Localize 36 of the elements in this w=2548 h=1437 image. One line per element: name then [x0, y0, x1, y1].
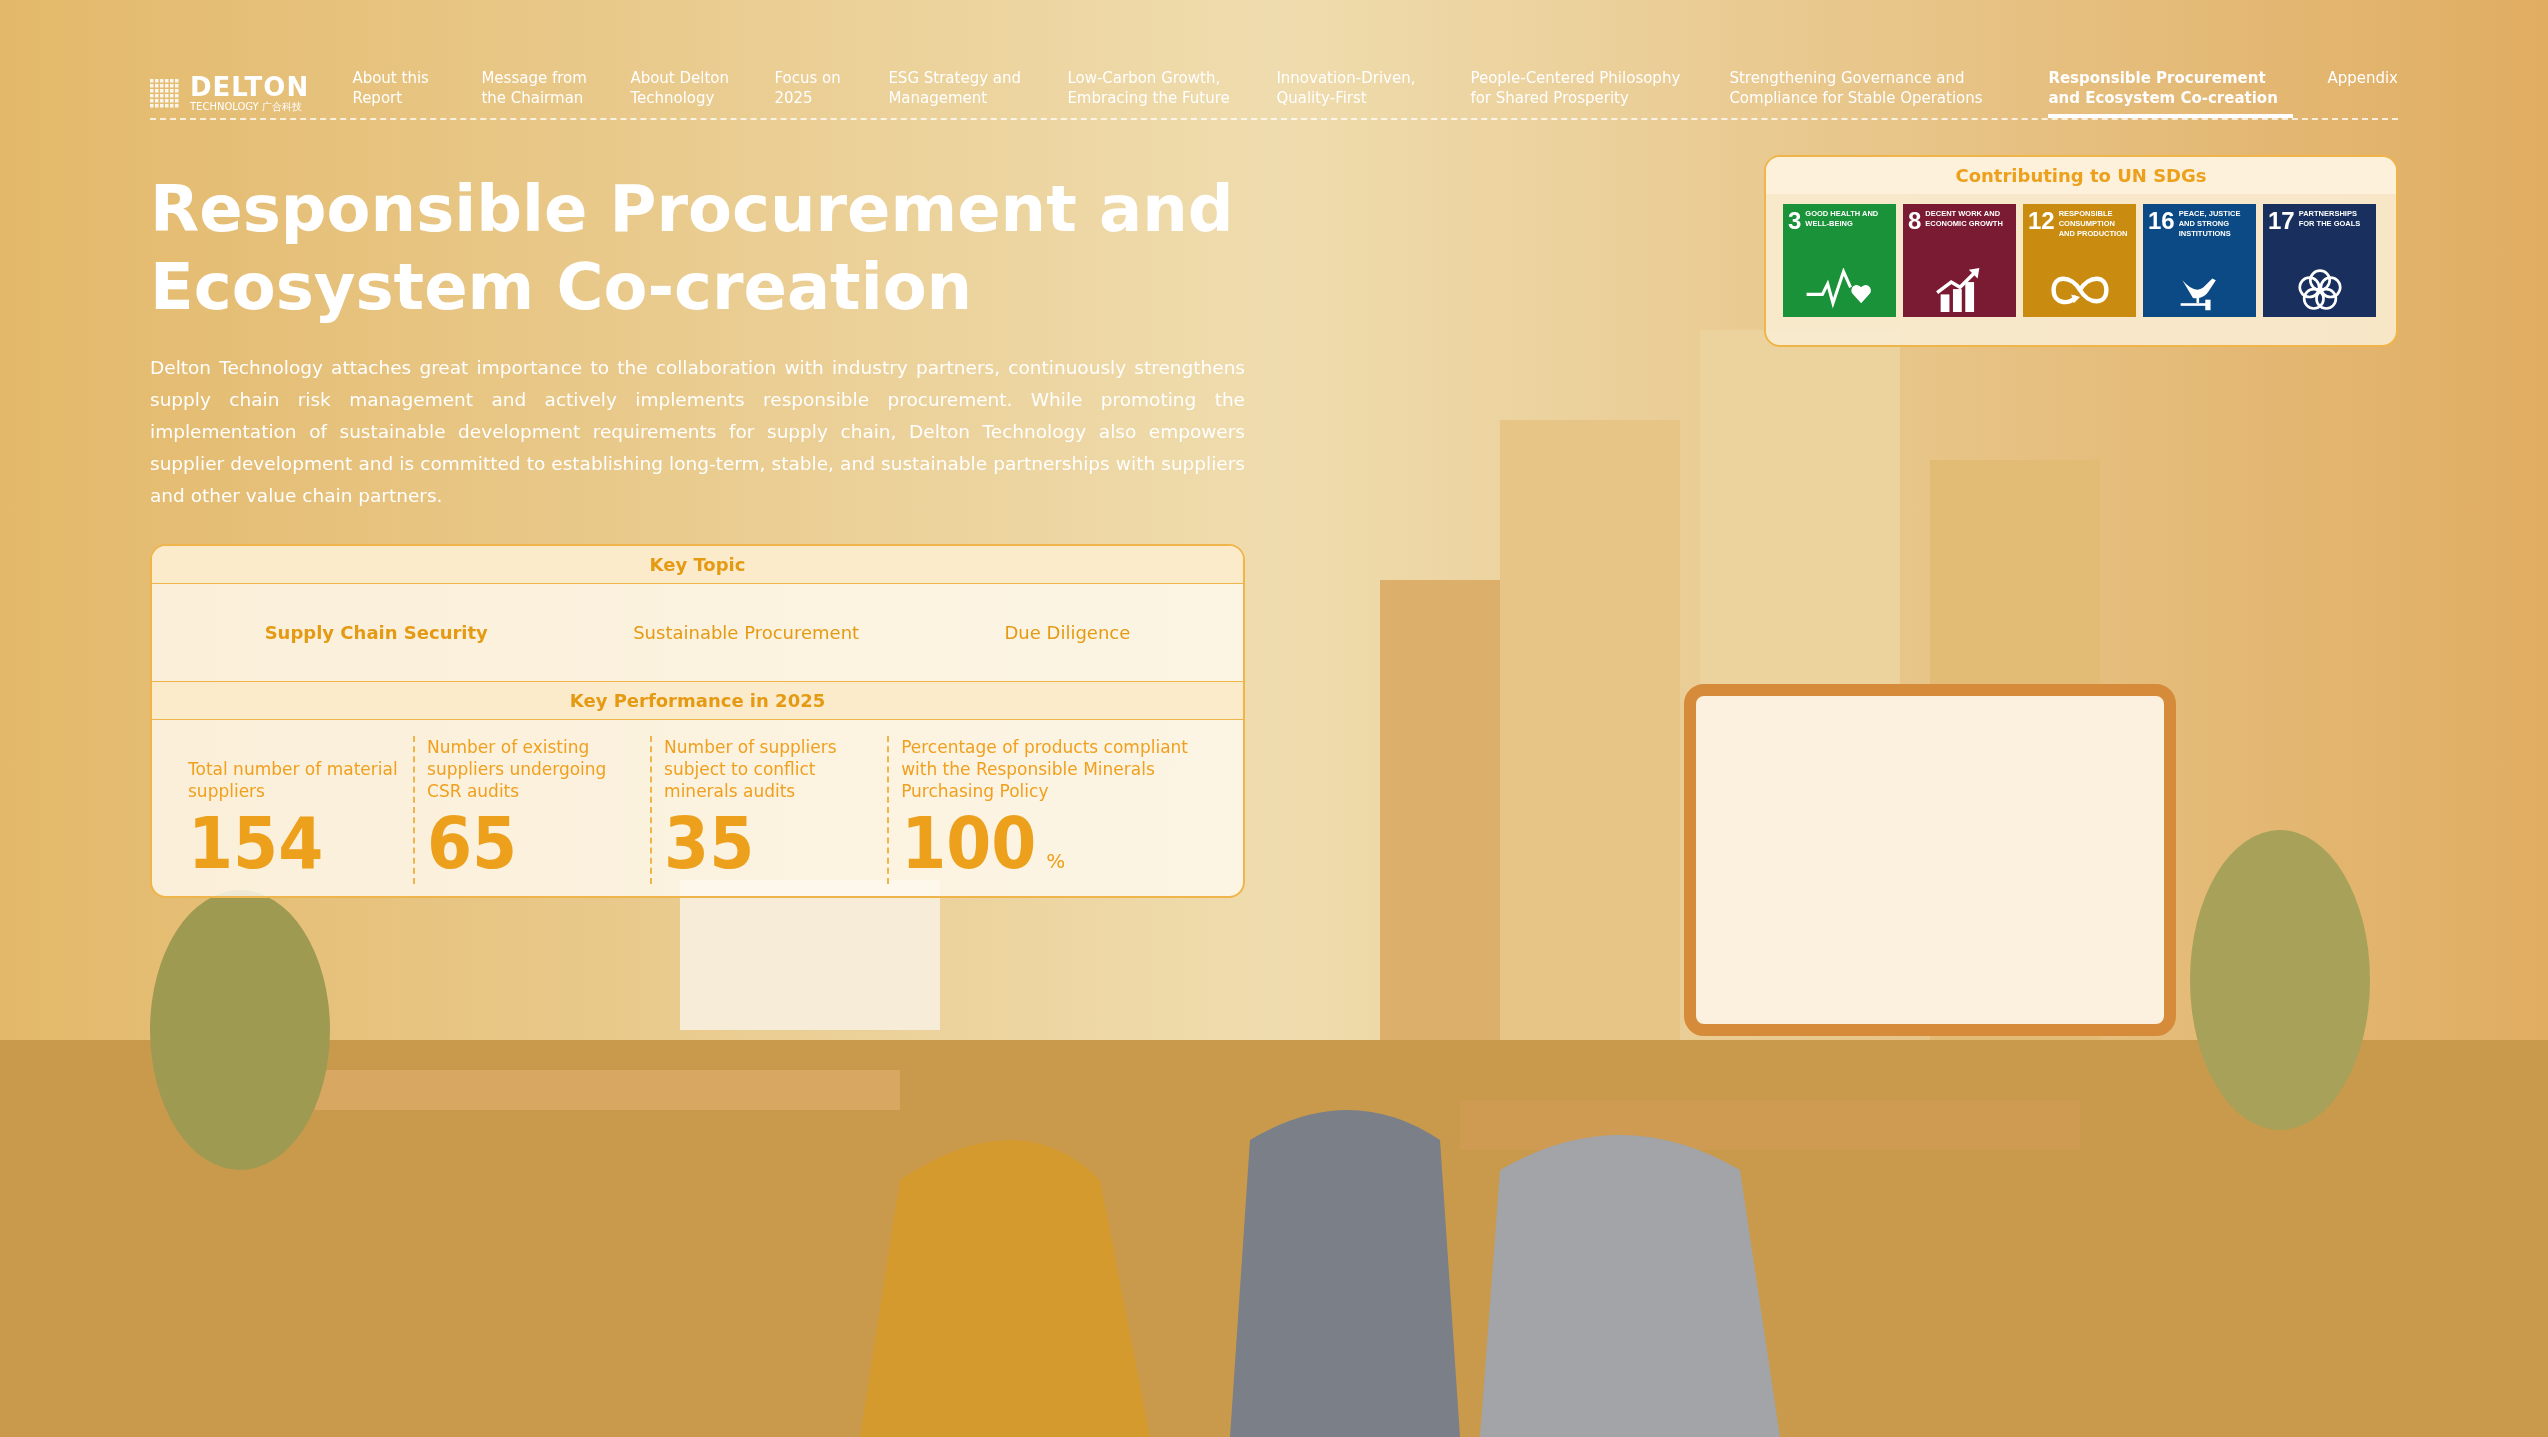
nav-link[interactable]: Focus on 2025	[774, 68, 855, 118]
nav-link[interactable]: Innovation-Driven, Quality-First	[1276, 68, 1437, 118]
nav-link[interactable]: Strengthening Governance and Compliance for Stable Operations	[1729, 68, 2015, 118]
nav-link[interactable]: ESG Strategy and Management	[888, 68, 1034, 118]
nav-link[interactable]: Low-Carbon Growth, Embracing the Future	[1067, 68, 1243, 118]
nav-link[interactable]: About this Report	[352, 68, 448, 118]
sdg-number: 12	[2028, 209, 2055, 233]
nav-link[interactable]: People-Centered Philosophy for Shared Prosperity	[1470, 68, 1696, 118]
logo-icon	[150, 79, 180, 109]
metric-label: Total number of material suppliers	[188, 758, 399, 802]
key-performance-heading: Key Performance in 2025	[152, 682, 1243, 720]
metric-unit: %	[1046, 849, 1066, 873]
nav-link[interactable]: Responsible Procurement and Ecosystem Co-creation	[2048, 68, 2294, 118]
sdg-number: 3	[1788, 209, 1802, 233]
page-title: Responsible Procurement and Ecosystem Co-creation	[150, 171, 1235, 326]
metric-value: 65	[427, 802, 518, 884]
sdg-number: 16	[2148, 209, 2175, 233]
nav-link[interactable]: About Delton Technology	[630, 68, 741, 118]
metric-value: 100	[901, 802, 1037, 884]
sdg-heading: Contributing to UN SDGs	[1766, 157, 2396, 194]
key-topic: Due Diligence	[1004, 622, 1131, 643]
logo-name: DELTON	[190, 74, 310, 100]
sdg-number: 8	[1908, 209, 1922, 233]
metric-label: Number of suppliers subject to conflict minerals audits	[664, 736, 838, 802]
metric-value: 154	[188, 802, 324, 884]
sdg-number: 17	[2268, 209, 2295, 233]
logo-subtitle: TECHNOLOGY 广合科技	[190, 100, 303, 114]
key-topic: Sustainable Procurement	[633, 622, 860, 643]
key-topic-heading: Key Topic	[152, 546, 1243, 584]
metric-label: Number of existing suppliers undergoing CSR audits	[427, 736, 608, 802]
key-topic: Supply Chain Security	[264, 622, 488, 643]
intro-paragraph: Delton Technology attaches great importance to the collaboration with industry partners, continuously strengthens supply chain risk management and actively implements responsible procurement. While promoting the implementation of sustainable development requirements for supply chain, Delton Technology also empowers supplier development and is committed to establishing long-term, stable, and sustainable partnerships with suppliers and other value chain partners.	[150, 356, 1245, 508]
nav-link[interactable]: Message from the Chairman	[481, 68, 597, 118]
nav-link[interactable]: Appendix	[2327, 68, 2398, 118]
metric-label: Percentage of products compliant with the Responsible Minerals Purchasing Policy	[901, 736, 1189, 802]
metric-value: 35	[664, 802, 755, 884]
